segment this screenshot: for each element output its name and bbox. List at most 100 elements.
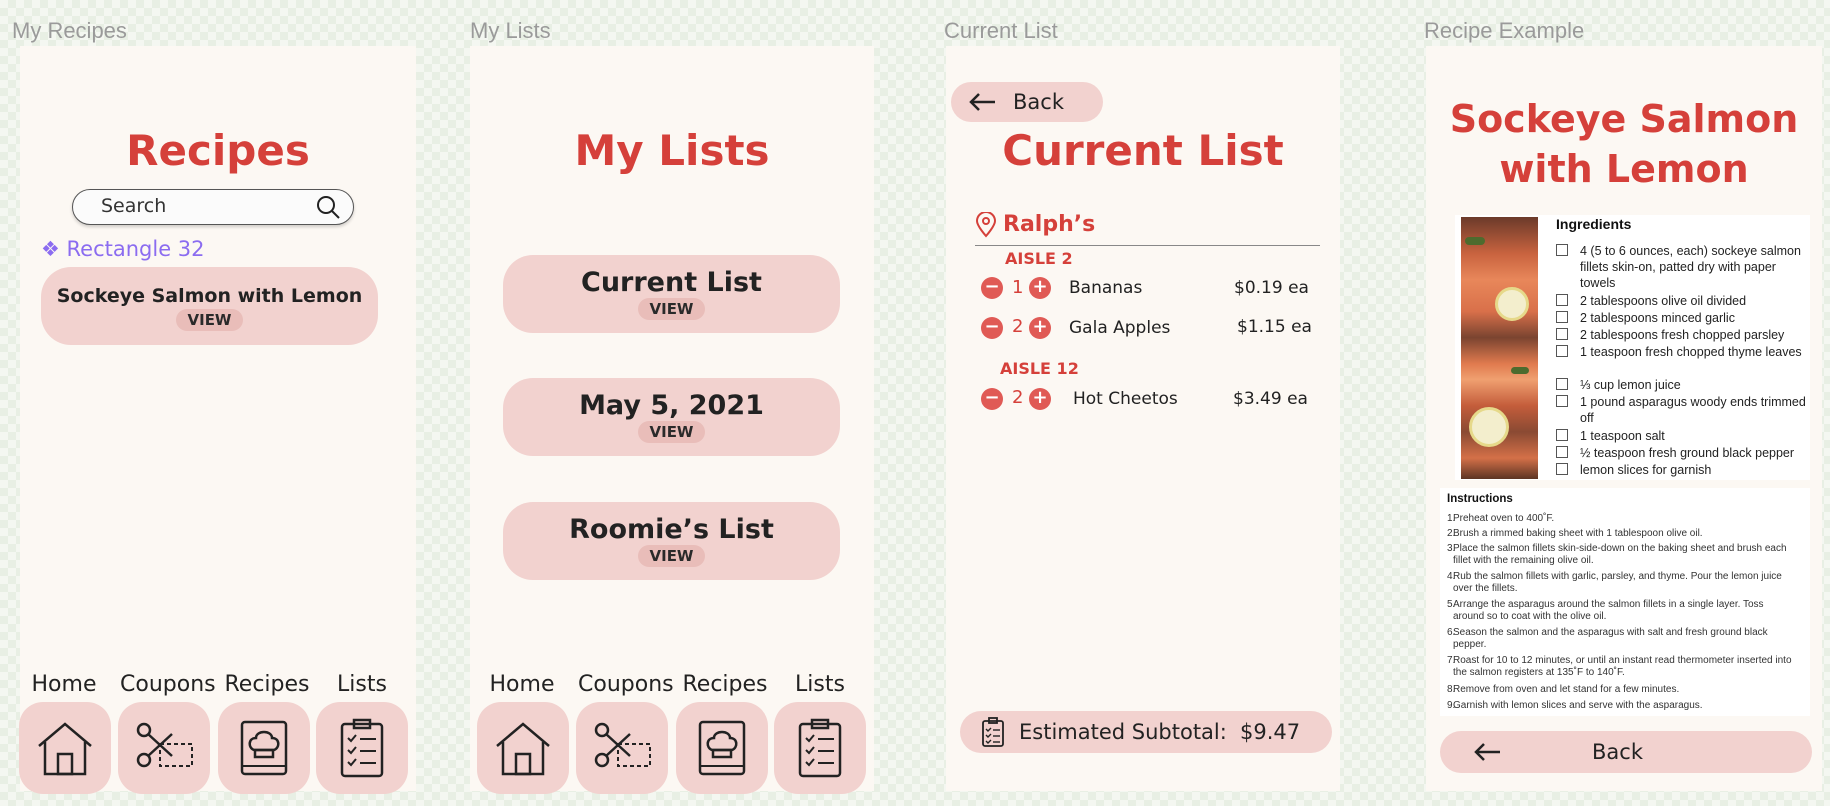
back-button[interactable]: Back bbox=[951, 82, 1103, 122]
instruction-step: Brush a rimmed baking sheet with 1 table… bbox=[1453, 528, 1703, 539]
ingredient-checkbox[interactable] bbox=[1556, 294, 1568, 306]
page-title: Recipes bbox=[126, 126, 310, 175]
decrease-quantity-button[interactable]: − bbox=[981, 317, 1003, 339]
ingredient-item: ½ teaspoon fresh ground black pepper bbox=[1580, 446, 1795, 460]
item-name: Gala Apples bbox=[1069, 318, 1171, 338]
aisle-label: AISLE 12 bbox=[1000, 359, 1079, 378]
clipboard-checklist-icon bbox=[982, 717, 1004, 747]
nav-coupons-button[interactable] bbox=[118, 702, 210, 794]
store-header: Ralph’s bbox=[975, 212, 1320, 246]
ingredient-checkbox[interactable] bbox=[1556, 429, 1568, 441]
ingredient-item: 1 pound asparagus woody ends trimmed off bbox=[1580, 395, 1806, 425]
nav-lists-button[interactable] bbox=[316, 702, 408, 794]
item-name: Bananas bbox=[1069, 278, 1143, 298]
nav-label-home: Home bbox=[31, 672, 97, 697]
ingredients-heading: Ingredients bbox=[1556, 216, 1632, 232]
nav-home-button[interactable] bbox=[477, 702, 569, 794]
ingredient-item: 2 tablespoons minced garlic bbox=[1580, 311, 1735, 325]
list-card-current[interactable]: Current List VIEW bbox=[503, 255, 840, 333]
map-pin-icon bbox=[975, 212, 997, 238]
nav-label-lists: Lists bbox=[337, 672, 387, 697]
ingredient-item: 2 tablespoons fresh chopped parsley bbox=[1580, 328, 1785, 342]
frame-label-current-list: Current List bbox=[944, 18, 1058, 43]
increase-quantity-button[interactable]: + bbox=[1029, 317, 1051, 339]
item-quantity: 2 bbox=[1012, 316, 1024, 337]
increase-quantity-button[interactable]: + bbox=[1029, 388, 1051, 410]
instruction-step: Roast for 10 to 12 minutes, or until an … bbox=[1453, 655, 1792, 678]
frame-label-my-lists: My Lists bbox=[470, 18, 551, 43]
ingredient-checkbox[interactable] bbox=[1556, 395, 1568, 407]
view-button[interactable]: VIEW bbox=[637, 421, 706, 443]
component-tag: ❖ Rectangle 32 bbox=[41, 237, 205, 261]
instruction-step: Preheat oven to 400˚F. bbox=[1453, 513, 1555, 524]
clipboard-checklist-icon bbox=[798, 718, 842, 778]
recipe-title: Sockeye Salmon with Lemon bbox=[1426, 94, 1822, 194]
instruction-step: Garnish with lemon slices and serve with… bbox=[1453, 700, 1703, 711]
scissors-coupon-icon bbox=[594, 722, 651, 768]
increase-quantity-button[interactable]: + bbox=[1029, 277, 1051, 299]
frame-label-recipe-example: Recipe Example bbox=[1424, 18, 1585, 43]
search-icon[interactable] bbox=[315, 194, 341, 224]
instruction-step: Place the salmon fillets skin-side-down … bbox=[1453, 543, 1787, 566]
search-field[interactable]: Search bbox=[72, 189, 354, 225]
salmon-photo bbox=[1461, 217, 1538, 479]
ingredient-item: 1 teaspoon fresh chopped thyme leaves bbox=[1580, 345, 1802, 359]
list-card-roomie[interactable]: Roomie’s List VIEW bbox=[503, 502, 840, 580]
ingredient-checkbox[interactable] bbox=[1556, 328, 1568, 340]
instructions-heading: Instructions bbox=[1447, 493, 1513, 505]
recipe-card-salmon[interactable]: Sockeye Salmon with Lemon VIEW bbox=[41, 267, 378, 345]
ingredient-checkbox[interactable] bbox=[1556, 378, 1568, 390]
nav-label-recipes: Recipes bbox=[682, 672, 768, 697]
nav-recipes-button[interactable] bbox=[218, 702, 310, 794]
back-button[interactable]: Back bbox=[1440, 731, 1812, 773]
item-quantity: 1 bbox=[1012, 277, 1024, 298]
subtotal-label: Estimated Subtotal: bbox=[1019, 720, 1227, 744]
item-price: $0.19 ea bbox=[1234, 278, 1309, 298]
house-icon bbox=[496, 722, 550, 776]
frame-label-my-recipes: My Recipes bbox=[12, 18, 127, 43]
page-title: Current List bbox=[1002, 126, 1284, 175]
list-card-title: Current List bbox=[581, 267, 762, 298]
item-price: $1.15 ea bbox=[1237, 317, 1312, 337]
view-button[interactable]: VIEW bbox=[175, 309, 244, 331]
ingredient-checkbox[interactable] bbox=[1556, 345, 1568, 357]
instruction-step: Arrange the asparagus around the salmon … bbox=[1453, 599, 1764, 622]
house-icon bbox=[38, 722, 92, 776]
ingredient-checkbox[interactable] bbox=[1556, 446, 1568, 458]
component-tag-label: Rectangle 32 bbox=[66, 237, 205, 261]
ingredient-item: 1 teaspoon salt bbox=[1580, 429, 1665, 443]
item-quantity: 2 bbox=[1012, 387, 1024, 408]
nav-home-button[interactable] bbox=[19, 702, 111, 794]
nav-recipes-button[interactable] bbox=[676, 702, 768, 794]
instruction-step: Remove from oven and let stand for a few… bbox=[1453, 684, 1680, 695]
view-button[interactable]: VIEW bbox=[637, 298, 706, 320]
list-card-title: Roomie’s List bbox=[569, 514, 774, 545]
back-label: Back bbox=[1592, 740, 1643, 764]
frame-current-list: Current List bbox=[946, 46, 1340, 791]
search-input[interactable]: Search bbox=[101, 195, 166, 217]
instruction-step: Rub the salmon fillets with garlic, pars… bbox=[1453, 571, 1782, 594]
ingredient-checkbox[interactable] bbox=[1556, 244, 1568, 256]
recipe-card-title: Sockeye Salmon with Lemon bbox=[56, 285, 363, 307]
nav-coupons-button[interactable] bbox=[576, 702, 668, 794]
nav-label-recipes: Recipes bbox=[224, 672, 310, 697]
instruction-step: Season the salmon and the asparagus with… bbox=[1453, 627, 1768, 650]
ingredient-item: lemon slices for garnish bbox=[1580, 463, 1712, 477]
view-button[interactable]: VIEW bbox=[637, 545, 706, 567]
page-title: My Lists bbox=[574, 126, 770, 175]
decrease-quantity-button[interactable]: − bbox=[981, 277, 1003, 299]
nav-lists-button[interactable] bbox=[774, 702, 866, 794]
ingredient-checkbox[interactable] bbox=[1556, 311, 1568, 323]
decrease-quantity-button[interactable]: − bbox=[981, 388, 1003, 410]
ingredient-checkbox[interactable] bbox=[1556, 463, 1568, 475]
chef-hat-book-icon bbox=[240, 720, 288, 776]
component-icon: ❖ bbox=[41, 237, 60, 261]
list-card-may5[interactable]: May 5, 2021 VIEW bbox=[503, 378, 840, 456]
back-label: Back bbox=[1013, 90, 1064, 114]
scissors-coupon-icon bbox=[136, 722, 193, 768]
ingredient-item: 4 (5 to 6 ounces, each) sockeye salmon f… bbox=[1580, 244, 1801, 290]
ingredient-item: ⅓ cup lemon juice bbox=[1580, 378, 1681, 392]
recipe-title-line-1: Sockeye Salmon bbox=[1449, 97, 1799, 141]
arrow-left-icon bbox=[1474, 743, 1500, 761]
list-card-title: May 5, 2021 bbox=[579, 390, 764, 421]
